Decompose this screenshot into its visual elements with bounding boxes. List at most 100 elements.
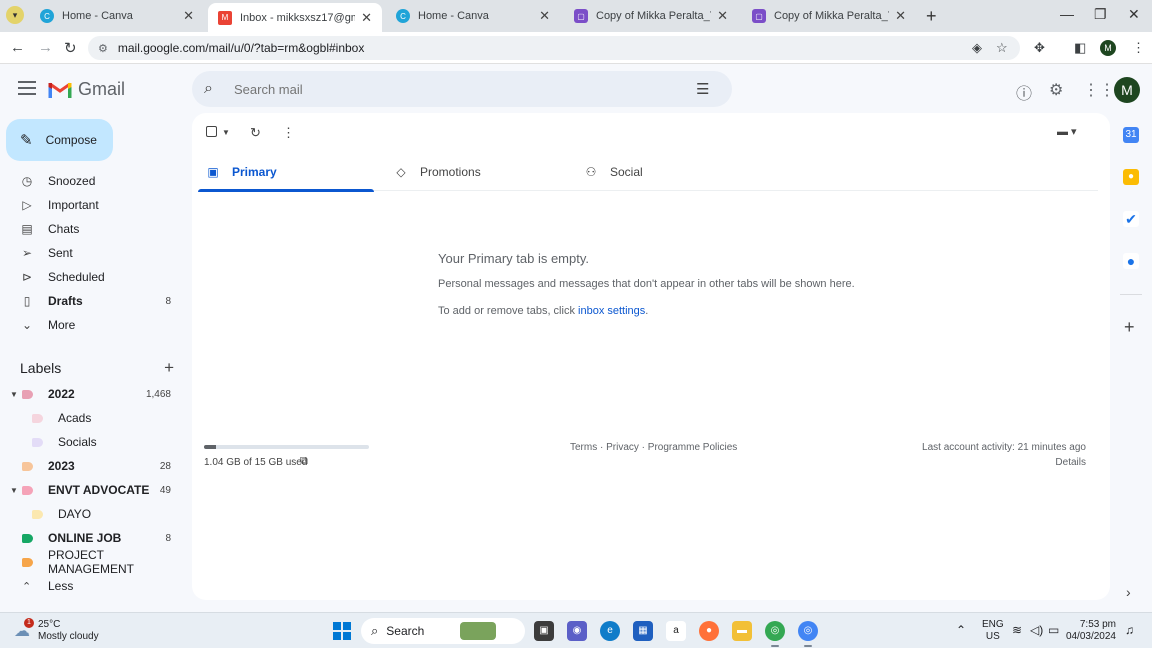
activity-details-link[interactable]: Details (1055, 457, 1086, 468)
footer-links[interactable]: Terms · Privacy · Programme Policies (570, 442, 737, 453)
tab-search-button[interactable]: ▾ (6, 6, 24, 24)
tray-overflow-icon[interactable]: ⌃ (956, 623, 966, 637)
file-explorer-icon[interactable]: ▬ (732, 621, 752, 641)
browser-tab-1[interactable]: C Home - Canva ✕ (30, 4, 204, 28)
sidebar-item-more[interactable]: ⌄ More (0, 313, 184, 337)
back-button[interactable]: ← (10, 39, 25, 56)
close-icon[interactable]: ✕ (895, 8, 906, 24)
sidebar-item-sent[interactable]: ➢ Sent (0, 241, 184, 265)
compose-label: Compose (45, 133, 97, 147)
teams-meet-icon[interactable]: ◉ (567, 621, 587, 641)
canva-doc-favicon-icon: ▢ (574, 9, 588, 23)
site-info-icon[interactable]: ⚙ (98, 42, 108, 55)
chrome-icon[interactable]: ◎ (765, 621, 785, 647)
amazon-icon[interactable]: a (666, 621, 686, 641)
account-avatar[interactable]: M (1114, 77, 1140, 103)
sidebar-item-scheduled[interactable]: ⊳ Scheduled (0, 265, 184, 289)
tab-promotions[interactable]: ◇ Promotions (386, 153, 562, 191)
browser-tab-3[interactable]: C Home - Canva ✕ (386, 4, 560, 28)
forward-button[interactable]: → (38, 39, 53, 56)
sidebar-item-snoozed[interactable]: ◷ Snoozed (0, 169, 184, 193)
close-icon[interactable]: ✕ (539, 8, 550, 24)
inbox-settings-link[interactable]: inbox settings (578, 305, 645, 317)
close-icon[interactable]: ✕ (183, 8, 194, 24)
compose-button[interactable]: ✎ Compose (6, 119, 113, 161)
weather-widget[interactable]: ☁ 1 25°C Mostly cloudy (14, 618, 99, 643)
refresh-icon[interactable]: ↻ (250, 125, 261, 141)
tab-primary[interactable]: ▣ Primary (198, 153, 374, 192)
taskbar-search[interactable]: ⌕ Search (361, 618, 525, 644)
browser-profile-avatar[interactable]: M (1100, 40, 1116, 56)
url-text[interactable]: mail.google.com/mail/u/0/?tab=rm&ogbl#in… (118, 41, 364, 55)
new-tab-button[interactable]: + (926, 6, 937, 27)
select-all-checkbox[interactable] (206, 126, 217, 137)
input-tools-icon[interactable]: ▬ ▾ (1057, 125, 1077, 138)
sidebar-item-chats[interactable]: ▤ Chats (0, 217, 184, 241)
browser-tab-5[interactable]: ▢ Copy of Mikka Peralta_TEA Inte ✕ (742, 4, 916, 28)
label-item-2023[interactable]: 2023 28 (0, 454, 184, 478)
open-in-new-icon[interactable]: ⧉ (300, 455, 308, 468)
chrome-profile-icon[interactable]: ◎ (798, 621, 818, 647)
select-dropdown-icon[interactable]: ▼ (222, 128, 230, 137)
gmail-m-icon (48, 82, 72, 98)
label-item-socials[interactable]: Socials (0, 430, 184, 454)
close-icon[interactable]: ✕ (361, 10, 372, 26)
sidebar-item-important[interactable]: ▷ Important (0, 193, 184, 217)
omnibox[interactable]: ⚙ mail.google.com/mail/u/0/?tab=rm&ogbl#… (88, 36, 1020, 60)
browser-menu-icon[interactable]: ⋮ (1132, 40, 1145, 56)
battery-icon[interactable]: ▭ (1048, 623, 1059, 637)
tasks-icon[interactable]: ✔ (1123, 211, 1139, 227)
firefox-icon[interactable]: ● (699, 621, 719, 641)
caret-down-icon[interactable]: ▼ (10, 390, 18, 399)
gmail-logo[interactable]: Gmail (48, 79, 125, 100)
restore-button[interactable]: ❐ (1094, 6, 1107, 23)
search-options-icon[interactable]: ☰ (696, 80, 709, 98)
google-apps-icon[interactable]: ⋮⋮ (1083, 80, 1115, 100)
label-item-acads[interactable]: Acads (0, 406, 184, 430)
lens-icon[interactable]: ◈ (972, 40, 982, 56)
sidebar-item-label: Scheduled (48, 270, 105, 284)
main-menu-icon[interactable] (18, 81, 36, 99)
extensions-icon[interactable]: ✥ (1034, 40, 1045, 56)
label-item-envt-advocate[interactable]: ▼ ENVT ADVOCATE 49 (0, 478, 184, 502)
windows-start-icon[interactable] (333, 622, 351, 640)
get-addons-icon[interactable]: + (1124, 317, 1135, 338)
taskbar-clock[interactable]: 7:53 pm 04/03/2024 (1066, 619, 1116, 643)
browser-tab-2[interactable]: M Inbox - mikksxsz17@gmail.com ✕ (208, 3, 382, 32)
sidebar-item-drafts[interactable]: ▯ Drafts 8 (0, 289, 184, 313)
store-icon[interactable]: ▦ (633, 621, 653, 641)
window-close-button[interactable]: ✕ (1128, 6, 1140, 23)
bookmark-star-icon[interactable]: ☆ (996, 40, 1008, 56)
add-label-button[interactable]: + (164, 358, 174, 378)
edge-icon[interactable]: e (600, 621, 620, 641)
calendar-icon[interactable]: 31 (1123, 127, 1139, 143)
search-bar[interactable]: ⌕ ☰ (192, 71, 732, 107)
minimize-button[interactable]: — (1060, 6, 1074, 22)
label-item-project-management[interactable]: PROJECT MANAGEMENT (0, 548, 184, 576)
help-icon[interactable]: ⓘ (1016, 80, 1032, 104)
notification-bell-icon[interactable]: ♫ (1125, 623, 1134, 637)
tab-title: Inbox - mikksxsz17@gmail.com (240, 11, 355, 24)
wifi-icon[interactable]: ≋ (1012, 623, 1022, 637)
close-icon[interactable]: ✕ (717, 8, 728, 24)
tab-social[interactable]: ⚇ Social (576, 153, 752, 191)
language-indicator[interactable]: ENG US (982, 619, 1004, 643)
search-icon[interactable]: ⌕ (204, 80, 224, 98)
label-item-2022[interactable]: ▼ 2022 1,468 (0, 382, 184, 406)
volume-icon[interactable]: ◁) (1030, 623, 1043, 637)
label-item-online-job[interactable]: ONLINE JOB 8 (0, 526, 184, 550)
more-options-icon[interactable]: ⋮ (282, 125, 295, 141)
reload-button[interactable]: ↻ (64, 39, 77, 57)
chevron-right-icon[interactable]: › (1126, 584, 1131, 600)
caret-down-icon[interactable]: ▼ (10, 486, 18, 495)
contacts-icon[interactable]: ● (1123, 253, 1139, 269)
browser-tab-4[interactable]: ▢ Copy of Mikka Peralta_TEA Inte ✕ (564, 4, 738, 28)
labels-title: Labels (20, 360, 62, 376)
search-input[interactable] (234, 81, 674, 97)
side-panel-icon[interactable]: ◧ (1074, 40, 1086, 56)
settings-gear-icon[interactable]: ⚙ (1049, 80, 1063, 100)
task-view-icon[interactable]: ▣ (534, 621, 554, 641)
label-item-less[interactable]: ⌃ Less (0, 574, 184, 598)
label-item-dayo[interactable]: DAYO (0, 502, 184, 526)
keep-icon[interactable]: ● (1123, 169, 1139, 185)
